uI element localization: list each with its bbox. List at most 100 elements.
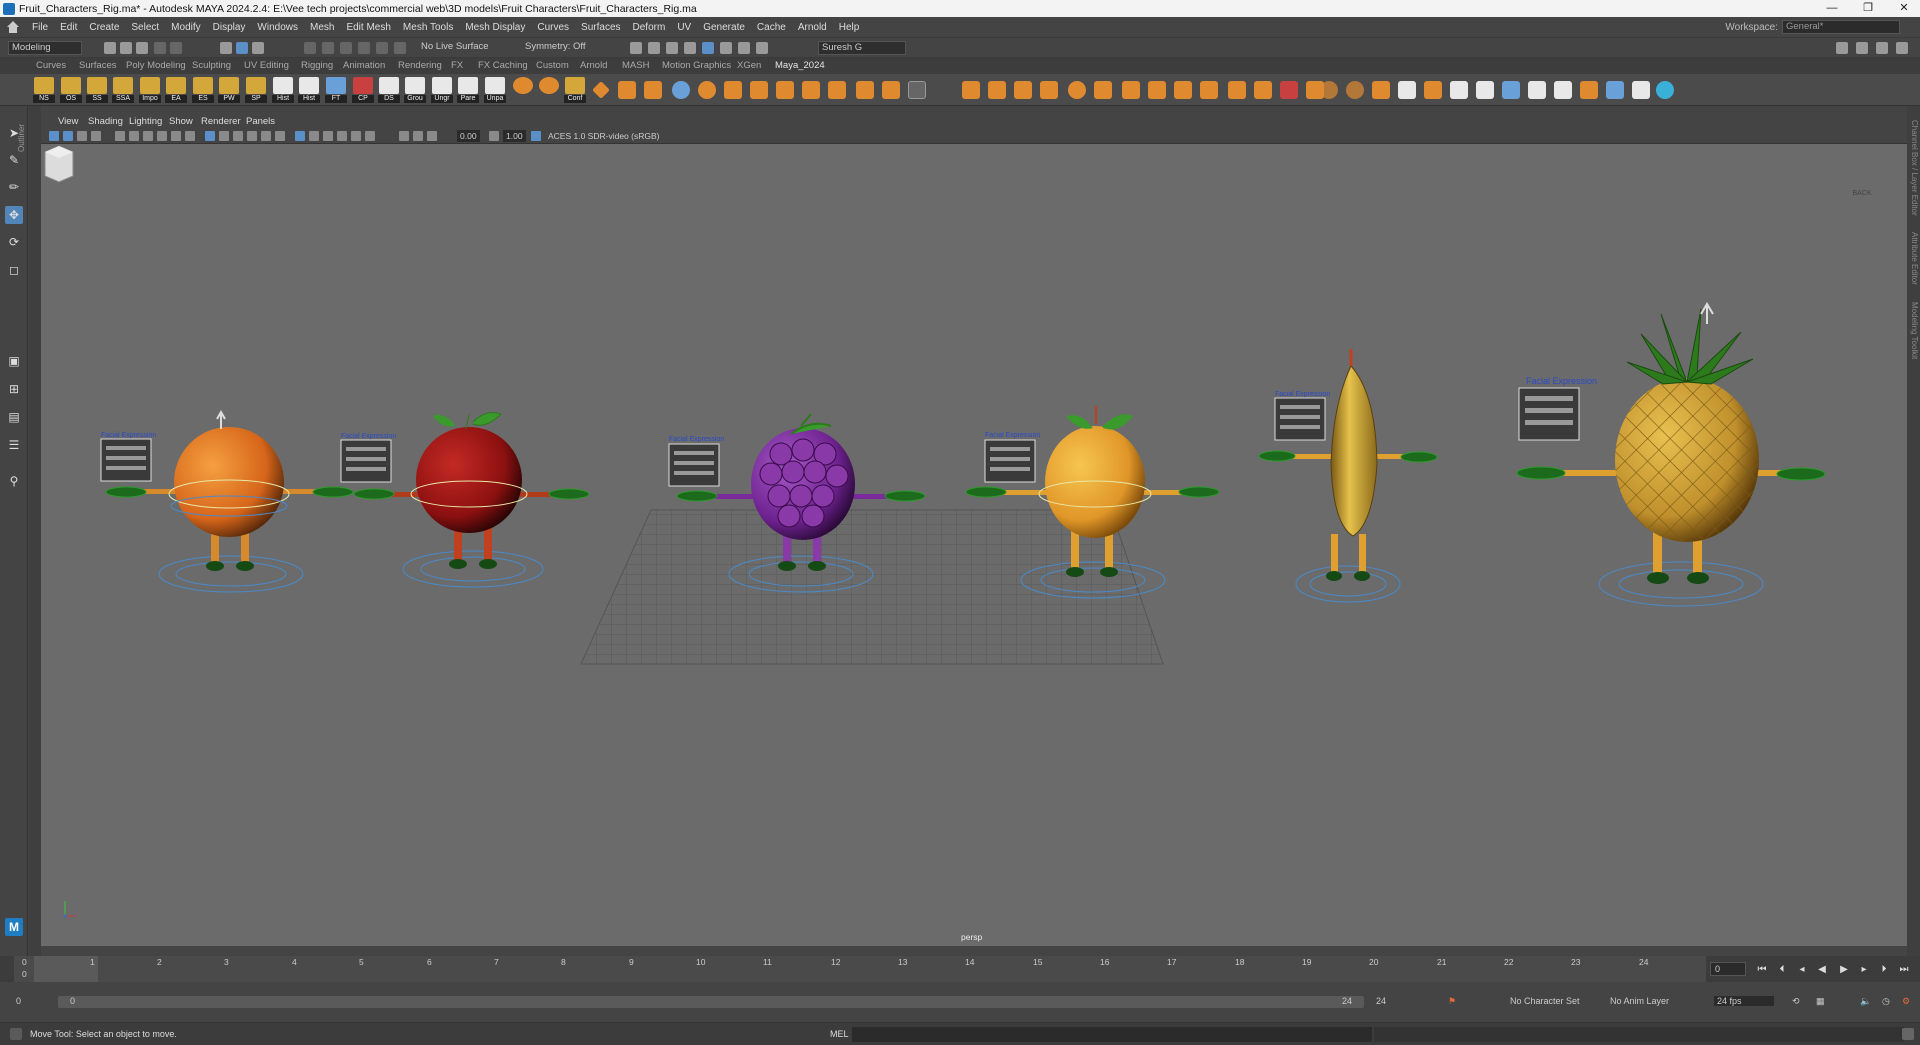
shelf-tab-uv-editing[interactable]: UV Editing [244, 60, 289, 71]
range-start-field[interactable]: 0 [16, 996, 21, 1006]
shelf-button-grou[interactable]: Grou [404, 77, 426, 103]
isolate-select-icon[interactable] [323, 131, 333, 141]
poly-soften-icon[interactable] [672, 81, 690, 99]
script-editor-icon[interactable] [10, 1028, 22, 1040]
menu-uv[interactable]: UV [671, 22, 697, 33]
menu-mesh-display[interactable]: Mesh Display [459, 22, 531, 33]
auto-key-icon[interactable]: ⚑ [1448, 996, 1456, 1007]
shadows-icon[interactable] [275, 131, 285, 141]
ambient-occlusion-icon[interactable] [337, 131, 347, 141]
poly-select-icon[interactable] [1632, 81, 1650, 99]
shelf-tab-sculpting[interactable]: Sculpting [192, 60, 231, 71]
render-view-icon[interactable] [630, 42, 642, 54]
menu-create[interactable]: Create [83, 22, 125, 33]
exposure-icon[interactable] [427, 131, 437, 141]
poly-append-icon[interactable] [828, 81, 846, 99]
search-icon[interactable]: ⚲ [5, 472, 23, 490]
poly-torus-icon[interactable] [1122, 81, 1140, 99]
command-line-input[interactable] [852, 1027, 1372, 1042]
poly-helix-icon[interactable] [1228, 81, 1246, 99]
poly-insert-edge-icon[interactable] [882, 81, 900, 99]
time-slider[interactable]: 0 1 2 3 4 5 6 7 8 9 10 11 12 13 14 15 16… [0, 956, 1920, 982]
modeling-toolkit-icon[interactable] [1836, 42, 1848, 54]
scale-tool-icon[interactable]: ◻ [5, 261, 23, 279]
paint-select-icon[interactable]: ✏ [5, 178, 23, 196]
poly-collapse-icon[interactable] [988, 81, 1006, 99]
range-inner-start[interactable]: 0 [70, 996, 75, 1006]
poly-cube-icon[interactable] [618, 81, 636, 99]
shelf-button-cylinder[interactable] [538, 77, 560, 103]
shelf-tab-poly-modeling[interactable]: Poly Modeling [126, 60, 186, 71]
poly-extrude-icon[interactable] [644, 81, 662, 99]
poly-pipe-icon[interactable] [1174, 81, 1192, 99]
hypershade-icon[interactable] [702, 42, 714, 54]
script-editor-button-icon[interactable] [1902, 1028, 1914, 1040]
poly-bevel-icon[interactable] [802, 81, 820, 99]
pause-render-icon[interactable] [756, 42, 768, 54]
sound-icon[interactable]: 🔈 [1860, 996, 1871, 1007]
workspace-dropdown[interactable]: General* [1782, 20, 1900, 34]
panel-menu-lighting[interactable]: Lighting [129, 116, 162, 127]
shelf-tab-motion-graphics[interactable]: Motion Graphics [662, 60, 731, 71]
step-forward-frame-icon[interactable]: ▸ [1858, 964, 1870, 976]
menu-help[interactable]: Help [833, 22, 866, 33]
panel-menu-shading[interactable]: Shading [88, 116, 123, 127]
view-transform-icon[interactable] [413, 131, 423, 141]
poly-mirror-icon[interactable] [776, 81, 794, 99]
time-ruler[interactable]: 0 1 2 3 4 5 6 7 8 9 10 11 12 13 14 15 16… [14, 956, 1706, 982]
poly-retopo-icon[interactable] [1580, 81, 1598, 99]
menu-mesh[interactable]: Mesh [304, 22, 340, 33]
shelf-button-hist[interactable]: Hist [272, 77, 294, 103]
use-lights-icon[interactable] [261, 131, 271, 141]
shelf-button-ds[interactable]: DS [378, 77, 400, 103]
shelf-button-conf[interactable]: Conf [564, 77, 586, 103]
panel-menu-view[interactable]: View [58, 116, 78, 127]
arnold-ipr-icon[interactable] [738, 42, 750, 54]
poly-transfer-icon[interactable] [1502, 81, 1520, 99]
menu-cache[interactable]: Cache [751, 22, 792, 33]
poly-wedge-icon[interactable] [1424, 81, 1442, 99]
shelf-button-ft[interactable]: FT [325, 77, 347, 103]
panel-menu-renderer[interactable]: Renderer [201, 116, 241, 127]
rotate-tool-icon[interactable]: ⟳ [5, 233, 23, 251]
character-set-dropdown[interactable]: No Character Set [1510, 996, 1580, 1006]
wireframe-icon[interactable] [205, 131, 215, 141]
camera-attributes-icon[interactable] [63, 131, 73, 141]
tool-settings-icon[interactable] [1876, 42, 1888, 54]
menu-generate[interactable]: Generate [697, 22, 751, 33]
shelf-button-ungr[interactable]: Ungr [431, 77, 453, 103]
redo-icon[interactable] [170, 42, 182, 54]
snap-surface-icon[interactable] [376, 42, 388, 54]
panel-menu-show[interactable]: Show [169, 116, 193, 127]
gamma-icon[interactable] [489, 131, 499, 141]
render-current-icon[interactable] [648, 42, 660, 54]
render-settings-icon[interactable] [684, 42, 696, 54]
motion-blur-icon[interactable] [351, 131, 361, 141]
menu-deform[interactable]: Deform [627, 22, 672, 33]
range-end-field[interactable]: 24 [1376, 996, 1386, 1006]
range-inner-end[interactable]: 24 [1342, 996, 1352, 1006]
step-back-frame-icon[interactable]: ◂ [1796, 964, 1808, 976]
shelf-button-ss[interactable]: SS [86, 77, 108, 103]
cache-icon[interactable]: ▦ [1816, 996, 1825, 1007]
shelf-tab-arnold[interactable]: Arnold [580, 60, 607, 71]
snap-curve-icon[interactable] [322, 42, 334, 54]
film-gate-icon[interactable] [129, 131, 139, 141]
range-slider[interactable] [58, 996, 1364, 1008]
live-surface-field[interactable]: No Live Surface [418, 41, 492, 55]
grid-icon[interactable] [115, 131, 125, 141]
attribute-editor-icon[interactable] [1856, 42, 1868, 54]
poly-multicut-icon[interactable] [1280, 81, 1298, 99]
anim-prefs-icon[interactable]: ⚙ [1902, 996, 1910, 1007]
smooth-shade-icon[interactable] [219, 131, 229, 141]
textured-icon[interactable] [247, 131, 257, 141]
timer-icon[interactable]: ◷ [1882, 996, 1890, 1007]
orange-character[interactable]: Facial Expression [100, 409, 354, 593]
color-management-icon[interactable] [531, 131, 541, 141]
lasso-tool-icon[interactable]: ✎ [5, 151, 23, 169]
snap-view-icon[interactable] [358, 42, 370, 54]
anti-aliasing-icon[interactable] [365, 131, 375, 141]
menu-surfaces[interactable]: Surfaces [575, 22, 626, 33]
shelf-button-sp[interactable]: SP [245, 77, 267, 103]
poly-smooth-icon[interactable] [1554, 81, 1572, 99]
